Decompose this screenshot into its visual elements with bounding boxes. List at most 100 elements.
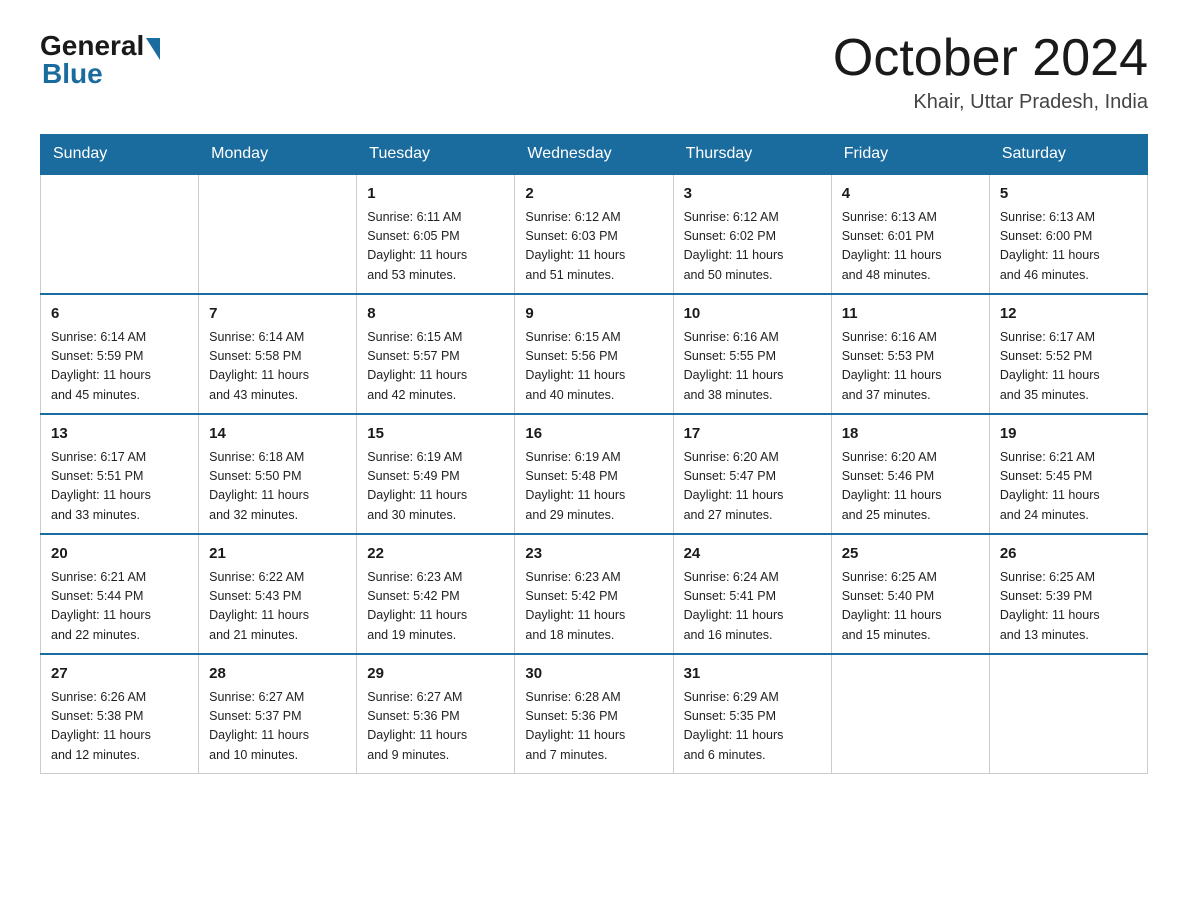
day-info: Sunrise: 6:18 AM Sunset: 5:50 PM Dayligh…: [209, 448, 346, 526]
day-number: 11: [842, 303, 979, 326]
calendar-cell: 7Sunrise: 6:14 AM Sunset: 5:58 PM Daylig…: [199, 294, 357, 414]
day-number: 17: [684, 423, 821, 446]
day-info: Sunrise: 6:23 AM Sunset: 5:42 PM Dayligh…: [367, 568, 504, 646]
calendar-day-header: Friday: [831, 135, 989, 175]
day-number: 26: [1000, 543, 1137, 566]
calendar-header-row: SundayMondayTuesdayWednesdayThursdayFrid…: [41, 135, 1148, 175]
day-number: 20: [51, 543, 188, 566]
calendar-week-row: 13Sunrise: 6:17 AM Sunset: 5:51 PM Dayli…: [41, 414, 1148, 534]
day-number: 19: [1000, 423, 1137, 446]
day-info: Sunrise: 6:13 AM Sunset: 6:01 PM Dayligh…: [842, 208, 979, 286]
calendar-cell: 5Sunrise: 6:13 AM Sunset: 6:00 PM Daylig…: [989, 174, 1147, 294]
day-info: Sunrise: 6:21 AM Sunset: 5:44 PM Dayligh…: [51, 568, 188, 646]
calendar-table: SundayMondayTuesdayWednesdayThursdayFrid…: [40, 134, 1148, 774]
calendar-cell: [199, 174, 357, 294]
calendar-cell: 18Sunrise: 6:20 AM Sunset: 5:46 PM Dayli…: [831, 414, 989, 534]
calendar-cell: 22Sunrise: 6:23 AM Sunset: 5:42 PM Dayli…: [357, 534, 515, 654]
calendar-cell: 12Sunrise: 6:17 AM Sunset: 5:52 PM Dayli…: [989, 294, 1147, 414]
calendar-day-header: Monday: [199, 135, 357, 175]
day-info: Sunrise: 6:12 AM Sunset: 6:02 PM Dayligh…: [684, 208, 821, 286]
calendar-week-row: 6Sunrise: 6:14 AM Sunset: 5:59 PM Daylig…: [41, 294, 1148, 414]
calendar-cell: 6Sunrise: 6:14 AM Sunset: 5:59 PM Daylig…: [41, 294, 199, 414]
calendar-cell: 17Sunrise: 6:20 AM Sunset: 5:47 PM Dayli…: [673, 414, 831, 534]
day-info: Sunrise: 6:20 AM Sunset: 5:47 PM Dayligh…: [684, 448, 821, 526]
day-info: Sunrise: 6:27 AM Sunset: 5:37 PM Dayligh…: [209, 688, 346, 766]
day-number: 22: [367, 543, 504, 566]
calendar-day-header: Saturday: [989, 135, 1147, 175]
day-number: 7: [209, 303, 346, 326]
calendar-cell: 8Sunrise: 6:15 AM Sunset: 5:57 PM Daylig…: [357, 294, 515, 414]
day-number: 29: [367, 663, 504, 686]
day-number: 24: [684, 543, 821, 566]
day-number: 9: [525, 303, 662, 326]
day-info: Sunrise: 6:16 AM Sunset: 5:53 PM Dayligh…: [842, 328, 979, 406]
day-number: 23: [525, 543, 662, 566]
day-number: 25: [842, 543, 979, 566]
calendar-day-header: Tuesday: [357, 135, 515, 175]
day-info: Sunrise: 6:15 AM Sunset: 5:56 PM Dayligh…: [525, 328, 662, 406]
month-title: October 2024: [833, 30, 1148, 87]
day-info: Sunrise: 6:26 AM Sunset: 5:38 PM Dayligh…: [51, 688, 188, 766]
location-subtitle: Khair, Uttar Pradesh, India: [833, 91, 1148, 114]
calendar-cell: 19Sunrise: 6:21 AM Sunset: 5:45 PM Dayli…: [989, 414, 1147, 534]
day-number: 28: [209, 663, 346, 686]
day-number: 12: [1000, 303, 1137, 326]
calendar-day-header: Wednesday: [515, 135, 673, 175]
day-number: 21: [209, 543, 346, 566]
calendar-week-row: 27Sunrise: 6:26 AM Sunset: 5:38 PM Dayli…: [41, 654, 1148, 774]
calendar-cell: 10Sunrise: 6:16 AM Sunset: 5:55 PM Dayli…: [673, 294, 831, 414]
day-number: 4: [842, 183, 979, 206]
calendar-cell: 20Sunrise: 6:21 AM Sunset: 5:44 PM Dayli…: [41, 534, 199, 654]
calendar-cell: 29Sunrise: 6:27 AM Sunset: 5:36 PM Dayli…: [357, 654, 515, 774]
day-number: 6: [51, 303, 188, 326]
day-info: Sunrise: 6:22 AM Sunset: 5:43 PM Dayligh…: [209, 568, 346, 646]
title-block: October 2024 Khair, Uttar Pradesh, India: [833, 30, 1148, 114]
day-number: 16: [525, 423, 662, 446]
logo-blue-text: Blue: [42, 58, 103, 89]
calendar-cell: 14Sunrise: 6:18 AM Sunset: 5:50 PM Dayli…: [199, 414, 357, 534]
calendar-cell: 24Sunrise: 6:24 AM Sunset: 5:41 PM Dayli…: [673, 534, 831, 654]
day-info: Sunrise: 6:13 AM Sunset: 6:00 PM Dayligh…: [1000, 208, 1137, 286]
day-info: Sunrise: 6:17 AM Sunset: 5:52 PM Dayligh…: [1000, 328, 1137, 406]
calendar-cell: 1Sunrise: 6:11 AM Sunset: 6:05 PM Daylig…: [357, 174, 515, 294]
day-info: Sunrise: 6:27 AM Sunset: 5:36 PM Dayligh…: [367, 688, 504, 766]
day-info: Sunrise: 6:16 AM Sunset: 5:55 PM Dayligh…: [684, 328, 821, 406]
day-number: 31: [684, 663, 821, 686]
calendar-week-row: 1Sunrise: 6:11 AM Sunset: 6:05 PM Daylig…: [41, 174, 1148, 294]
day-number: 3: [684, 183, 821, 206]
day-info: Sunrise: 6:15 AM Sunset: 5:57 PM Dayligh…: [367, 328, 504, 406]
calendar-cell: 31Sunrise: 6:29 AM Sunset: 5:35 PM Dayli…: [673, 654, 831, 774]
day-number: 15: [367, 423, 504, 446]
calendar-cell: 13Sunrise: 6:17 AM Sunset: 5:51 PM Dayli…: [41, 414, 199, 534]
day-info: Sunrise: 6:23 AM Sunset: 5:42 PM Dayligh…: [525, 568, 662, 646]
calendar-cell: [989, 654, 1147, 774]
day-number: 10: [684, 303, 821, 326]
day-info: Sunrise: 6:21 AM Sunset: 5:45 PM Dayligh…: [1000, 448, 1137, 526]
calendar-cell: 4Sunrise: 6:13 AM Sunset: 6:01 PM Daylig…: [831, 174, 989, 294]
logo: General Blue: [40, 30, 162, 90]
calendar-cell: [41, 174, 199, 294]
calendar-cell: 30Sunrise: 6:28 AM Sunset: 5:36 PM Dayli…: [515, 654, 673, 774]
day-info: Sunrise: 6:17 AM Sunset: 5:51 PM Dayligh…: [51, 448, 188, 526]
logo-triangle-icon: [146, 38, 160, 60]
day-info: Sunrise: 6:20 AM Sunset: 5:46 PM Dayligh…: [842, 448, 979, 526]
day-number: 13: [51, 423, 188, 446]
day-info: Sunrise: 6:19 AM Sunset: 5:49 PM Dayligh…: [367, 448, 504, 526]
day-number: 27: [51, 663, 188, 686]
calendar-cell: 9Sunrise: 6:15 AM Sunset: 5:56 PM Daylig…: [515, 294, 673, 414]
calendar-cell: 15Sunrise: 6:19 AM Sunset: 5:49 PM Dayli…: [357, 414, 515, 534]
day-info: Sunrise: 6:28 AM Sunset: 5:36 PM Dayligh…: [525, 688, 662, 766]
calendar-cell: 23Sunrise: 6:23 AM Sunset: 5:42 PM Dayli…: [515, 534, 673, 654]
day-info: Sunrise: 6:11 AM Sunset: 6:05 PM Dayligh…: [367, 208, 504, 286]
calendar-cell: 28Sunrise: 6:27 AM Sunset: 5:37 PM Dayli…: [199, 654, 357, 774]
calendar-day-header: Thursday: [673, 135, 831, 175]
calendar-cell: 27Sunrise: 6:26 AM Sunset: 5:38 PM Dayli…: [41, 654, 199, 774]
day-number: 1: [367, 183, 504, 206]
page-header: General Blue October 2024 Khair, Uttar P…: [40, 30, 1148, 114]
calendar-cell: 2Sunrise: 6:12 AM Sunset: 6:03 PM Daylig…: [515, 174, 673, 294]
calendar-cell: 11Sunrise: 6:16 AM Sunset: 5:53 PM Dayli…: [831, 294, 989, 414]
calendar-cell: 3Sunrise: 6:12 AM Sunset: 6:02 PM Daylig…: [673, 174, 831, 294]
day-info: Sunrise: 6:24 AM Sunset: 5:41 PM Dayligh…: [684, 568, 821, 646]
day-info: Sunrise: 6:25 AM Sunset: 5:39 PM Dayligh…: [1000, 568, 1137, 646]
calendar-cell: 26Sunrise: 6:25 AM Sunset: 5:39 PM Dayli…: [989, 534, 1147, 654]
